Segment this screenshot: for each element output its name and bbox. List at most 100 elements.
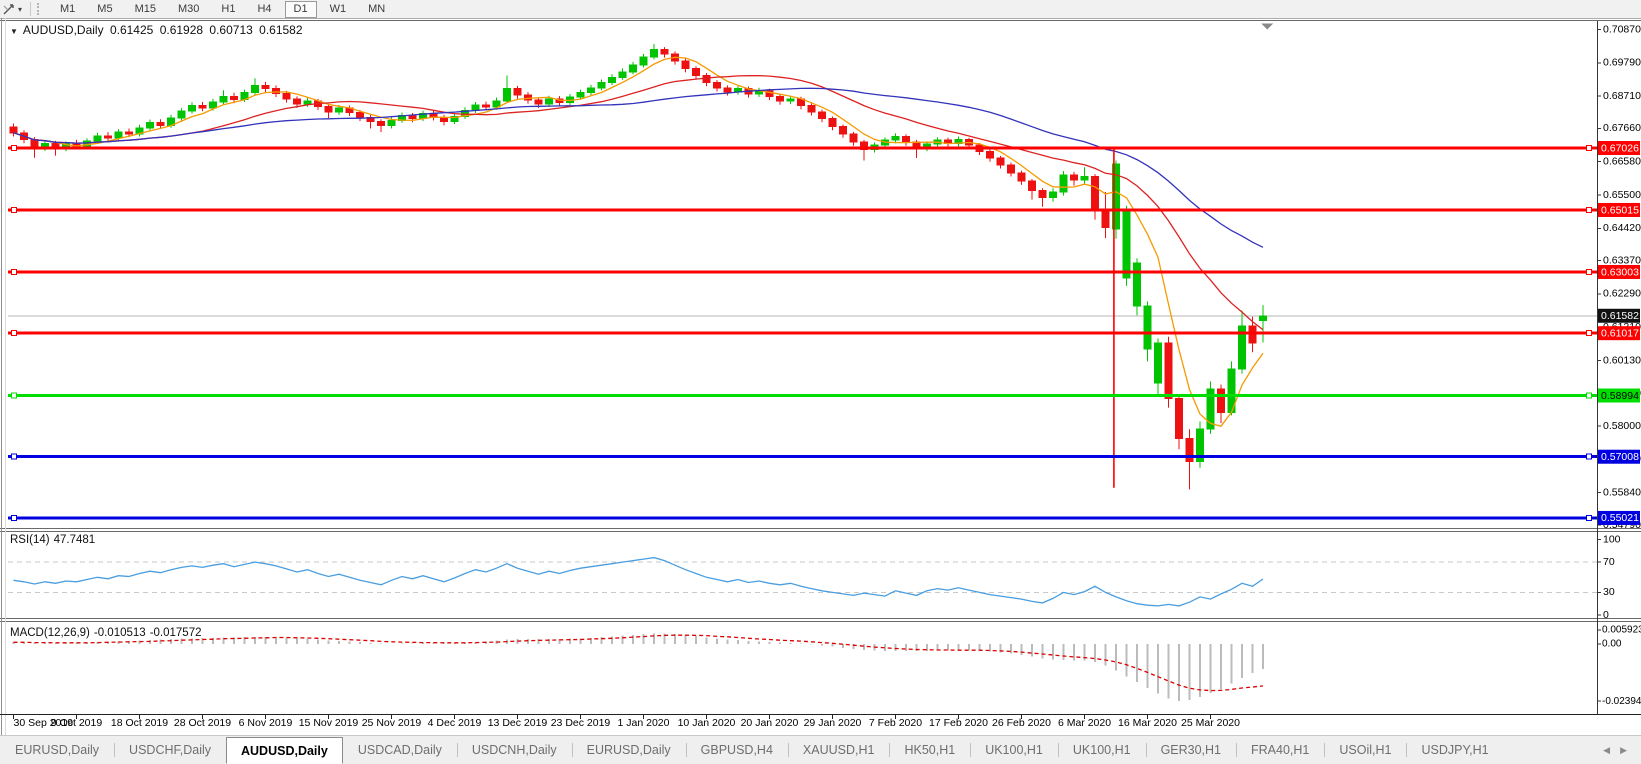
svg-text:0.64420: 0.64420: [1603, 222, 1641, 234]
tabs-scroll-left-icon[interactable]: ◀: [1603, 745, 1610, 756]
svg-text:25 Nov 2019: 25 Nov 2019: [362, 717, 422, 729]
ma-fast-line: [14, 57, 1264, 426]
svg-text:0.67026: 0.67026: [1601, 142, 1639, 154]
svg-text:0.70870: 0.70870: [1603, 23, 1641, 35]
hline-anchor[interactable]: [12, 454, 17, 459]
svg-text:1 Jan 2020: 1 Jan 2020: [618, 717, 670, 729]
chart-tab-bar: EURUSD,DailyUSDCHF,DailyAUDUSD,DailyUSDC…: [0, 735, 1641, 764]
chart-tab-uk100-h1[interactable]: UK100,H1: [970, 736, 1058, 764]
hline-anchor[interactable]: [12, 207, 17, 212]
chart-tab-audusd-daily[interactable]: AUDUSD,Daily: [226, 737, 343, 764]
macd-indicator-label: MACD(12,26,9)-0.010513-0.017572: [10, 627, 205, 639]
svg-text:0.68710: 0.68710: [1603, 90, 1641, 102]
hline-anchor[interactable]: [1587, 207, 1592, 212]
svg-text:0.58000: 0.58000: [1603, 420, 1641, 432]
svg-text:0.65015: 0.65015: [1601, 204, 1639, 216]
hline-anchor[interactable]: [1587, 515, 1592, 520]
timeframe-button-mn[interactable]: MN: [359, 1, 394, 18]
svg-text:0.61017: 0.61017: [1601, 327, 1639, 339]
chart-title: ▼ AUDUSD,Daily 0.61425 0.61928 0.60713 0.…: [10, 23, 306, 37]
hline-anchor[interactable]: [1587, 146, 1592, 151]
chart-tabs: EURUSD,DailyUSDCHF,DailyAUDUSD,DailyUSDC…: [0, 736, 1589, 764]
hline-anchor[interactable]: [12, 146, 17, 151]
candlestick-series: [10, 44, 1267, 489]
chart-tab-ger30-h1[interactable]: GER30,H1: [1146, 736, 1236, 764]
timeframe-button-m5[interactable]: M5: [88, 1, 121, 18]
svg-text:0.61582: 0.61582: [1601, 310, 1639, 322]
ohlc-open: 0.61425: [110, 23, 153, 37]
svg-text:4 Dec 2019: 4 Dec 2019: [428, 717, 482, 729]
timeframe-button-w1[interactable]: W1: [321, 1, 356, 18]
hline-anchor[interactable]: [12, 269, 17, 274]
svg-text:9 Oct 2019: 9 Oct 2019: [51, 717, 103, 729]
svg-text:7 Feb 2020: 7 Feb 2020: [869, 717, 922, 729]
chart-tab-usdcnh-daily[interactable]: USDCNH,Daily: [457, 736, 572, 764]
svg-text:0.63370: 0.63370: [1603, 254, 1641, 266]
svg-text:0.66580: 0.66580: [1603, 156, 1641, 168]
timeframe-button-h1[interactable]: H1: [212, 1, 244, 18]
chart-tab-hk50-h1[interactable]: HK50,H1: [889, 736, 970, 764]
svg-text:-0.023944: -0.023944: [1602, 696, 1641, 707]
svg-text:18 Oct 2019: 18 Oct 2019: [111, 717, 168, 729]
svg-text:0.57008: 0.57008: [1601, 451, 1639, 463]
crosshair-tool-icon[interactable]: [0, 1, 18, 17]
svg-text:17 Feb 2020: 17 Feb 2020: [929, 717, 988, 729]
svg-text:13 Dec 2019: 13 Dec 2019: [488, 717, 548, 729]
svg-text:25 Mar 2020: 25 Mar 2020: [1181, 717, 1240, 729]
svg-text:20 Jan 2020: 20 Jan 2020: [741, 717, 799, 729]
hline-anchor[interactable]: [12, 393, 17, 398]
chart-title-collapse-icon[interactable]: ▼: [10, 27, 18, 36]
ma-slow-line: [14, 88, 1264, 247]
hline-anchor[interactable]: [1587, 269, 1592, 274]
time-axis[interactable]: 30 Sep 20199 Oct 201918 Oct 201928 Oct 2…: [14, 715, 1241, 730]
svg-text:0.58994: 0.58994: [1601, 390, 1639, 402]
svg-text:28 Oct 2019: 28 Oct 2019: [174, 717, 231, 729]
svg-text:0.63003: 0.63003: [1601, 266, 1639, 278]
svg-text:0.62290: 0.62290: [1603, 288, 1641, 300]
chart-symbol: AUDUSD,Daily: [23, 23, 104, 37]
chart-tab-gbpusd-h4[interactable]: GBPUSD,H4: [686, 736, 788, 764]
timeframe-button-m1[interactable]: M1: [51, 1, 84, 18]
toolbar-separator: [30, 2, 31, 16]
timeframe-button-d1[interactable]: D1: [285, 1, 317, 18]
ohlc-close: 0.61582: [259, 23, 302, 37]
svg-text:29 Jan 2020: 29 Jan 2020: [804, 717, 862, 729]
chart-tab-eurusd-daily[interactable]: EURUSD,Daily: [572, 736, 686, 764]
timeframe-button-h4[interactable]: H4: [248, 1, 280, 18]
hline-anchor[interactable]: [12, 515, 17, 520]
rsi-line: [14, 558, 1264, 606]
chart-tab-usdjpy-h1[interactable]: USDJPY,H1: [1406, 736, 1503, 764]
toolbar-dropdown-icon[interactable]: ▾: [18, 5, 26, 14]
hline-anchor[interactable]: [1587, 331, 1592, 336]
ohlc-high: 0.61928: [160, 23, 203, 37]
svg-text:0.60130: 0.60130: [1603, 354, 1641, 366]
svg-text:0.69790: 0.69790: [1603, 57, 1641, 69]
svg-text:0.005923: 0.005923: [1602, 624, 1641, 635]
rsi-panel: 10070300: [8, 533, 1621, 621]
ohlc-low: 0.60713: [209, 23, 252, 37]
chart-tab-fra40-h1[interactable]: FRA40,H1: [1236, 736, 1324, 764]
hline-anchor[interactable]: [12, 331, 17, 336]
chart-tab-xauusd-h1[interactable]: XAUUSD,H1: [788, 736, 890, 764]
chart-tab-eurusd-daily[interactable]: EURUSD,Daily: [0, 736, 114, 764]
chart-tab-uk100-h1[interactable]: UK100,H1: [1058, 736, 1146, 764]
timeframe-button-m30[interactable]: M30: [169, 1, 208, 18]
toolbar-grip-handle[interactable]: [37, 3, 43, 15]
svg-text:6 Nov 2019: 6 Nov 2019: [239, 717, 293, 729]
macd-signal-line: [14, 635, 1264, 690]
support-resistance-lines: [8, 146, 1597, 521]
chart-tab-usdchf-daily[interactable]: USDCHF,Daily: [114, 736, 226, 764]
timeframe-toolbar: ▾ M1M5 M15M30H1H4 D1W1MN: [0, 0, 1641, 19]
chart-tab-usdcad-daily[interactable]: USDCAD,Daily: [343, 736, 457, 764]
svg-text:15 Nov 2019: 15 Nov 2019: [299, 717, 359, 729]
timeframe-button-m15[interactable]: M15: [126, 1, 165, 18]
hline-anchor[interactable]: [1587, 393, 1592, 398]
chart-tab-usoil-h1[interactable]: USOil,H1: [1324, 736, 1406, 764]
svg-text:23 Dec 2019: 23 Dec 2019: [551, 717, 611, 729]
hline-anchor[interactable]: [1587, 454, 1592, 459]
timeframe-buttons: M1M5 M15M30H1H4 D1W1MN: [49, 1, 396, 18]
tabs-scroll-right-icon[interactable]: ▶: [1620, 745, 1627, 756]
svg-text:30: 30: [1603, 586, 1615, 598]
chart-shift-marker-icon[interactable]: [1261, 24, 1273, 30]
chart-canvas[interactable]: 0.708700.697900.687100.676600.665800.655…: [0, 18, 1641, 735]
